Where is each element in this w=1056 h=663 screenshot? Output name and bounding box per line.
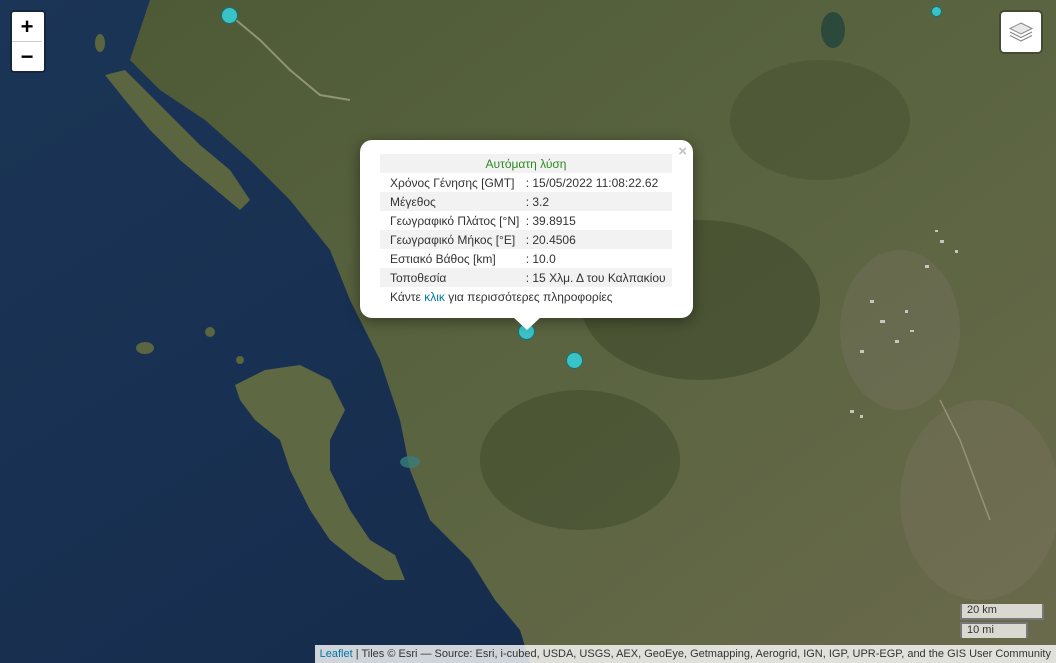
more-info-prefix: Κάντε — [390, 289, 425, 304]
zoom-in-button[interactable]: + — [12, 12, 42, 41]
popup-close-button[interactable]: × — [678, 143, 687, 160]
more-info-suffix: για περισσότερες πληροφορίες — [444, 289, 613, 304]
layers-icon — [1008, 22, 1034, 42]
map-attribution: Leaflet | Tiles © Esri — Source: Esri, i… — [314, 645, 1056, 663]
earthquake-details-table: Αυτόματη λύση Χρόνος Γένησης [GMT] : 15/… — [380, 154, 672, 306]
table-row: Χρόνος Γένησης [GMT] : 15/05/2022 11:08:… — [380, 173, 672, 192]
row-value: : 39.8915 — [525, 213, 576, 228]
map-container[interactable]: + − × Αυτόματη λύση Χρόνος Γένησης [GMT]… — [0, 0, 1056, 663]
leaflet-link[interactable]: Leaflet — [320, 648, 353, 660]
row-value: : 10.0 — [525, 251, 556, 266]
row-value: : 15/05/2022 11:08:22.62 — [525, 175, 659, 190]
scale-bar-km: 20 km — [960, 604, 1044, 620]
table-row: Γεωγραφικό Μήκος [°E] : 20.4506 — [380, 230, 672, 249]
row-label: Γεωγραφικό Μήκος [°E] — [380, 230, 526, 249]
popup-tip — [512, 316, 542, 330]
table-row: Μέγεθος : 3.2 — [380, 192, 672, 211]
scale-bar-mi: 10 mi — [960, 622, 1028, 638]
row-label: Εστιακό Βάθος [km] — [390, 251, 496, 266]
earthquake-marker[interactable] — [221, 7, 238, 24]
row-label: Τοποθεσία — [380, 268, 526, 287]
table-row: Γεωγραφικό Πλάτος [°N] : 39.8915 — [380, 211, 672, 230]
table-row: Τοποθεσία : 15 Χλμ. Δ του Καλπακίου — [380, 268, 672, 287]
row-value: : 15 Χλμ. Δ του Καλπακίου — [525, 268, 672, 287]
row-value: : 3.2 — [525, 192, 672, 211]
earthquake-marker[interactable] — [931, 6, 942, 17]
more-info-link[interactable]: κλικ — [424, 290, 445, 304]
earthquake-marker[interactable] — [566, 352, 583, 369]
row-value: : 20.4506 — [525, 230, 672, 249]
row-label: Χρόνος Γένησης [GMT] — [390, 175, 515, 190]
zoom-out-button[interactable]: − — [12, 41, 42, 71]
table-row: Εστιακό Βάθος [km] : 10.0 — [380, 249, 672, 268]
more-info-row: Κάντε κλικ για περισσότερες πληροφορίες — [380, 287, 672, 306]
popup-title: Αυτόματη λύση — [380, 154, 672, 173]
zoom-control: + − — [10, 10, 46, 73]
earthquake-popup: × Αυτόματη λύση Χρόνος Γένησης [GMT] : 1… — [360, 140, 693, 330]
attribution-text: | Tiles © Esri — Source: Esri, i-cubed, … — [352, 648, 1051, 660]
row-label: Γεωγραφικό Πλάτος [°N] — [390, 213, 520, 228]
row-label: Μέγεθος — [380, 192, 526, 211]
layers-button[interactable] — [999, 10, 1043, 54]
